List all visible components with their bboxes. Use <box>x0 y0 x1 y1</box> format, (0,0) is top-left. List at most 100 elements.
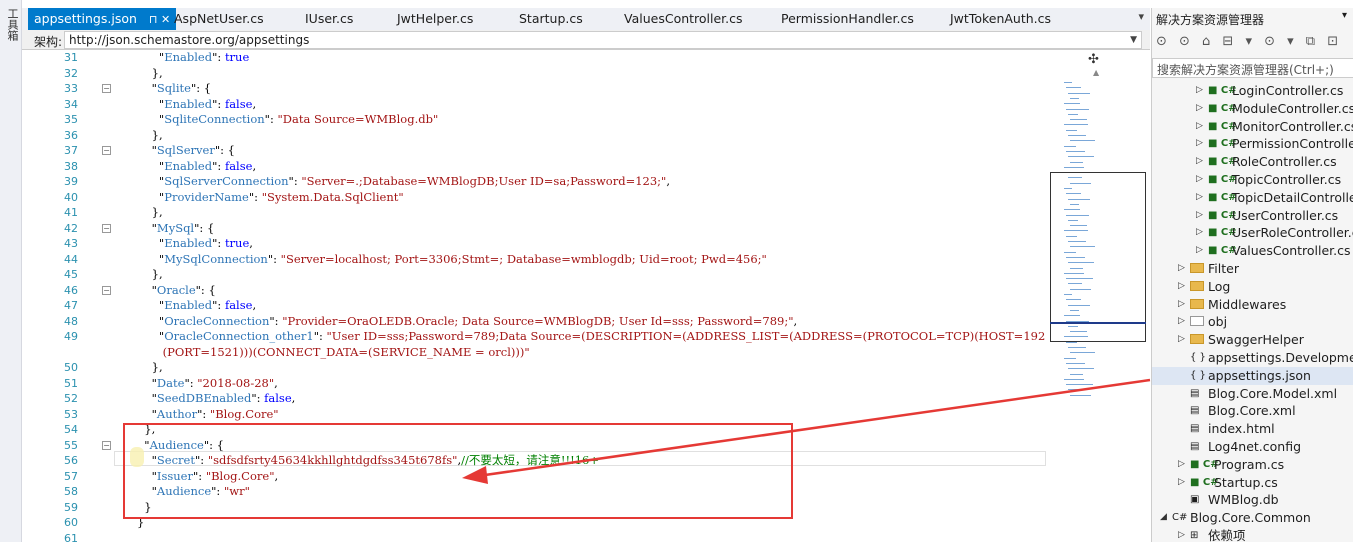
tree-item[interactable]: ▤ index.html <box>1152 420 1353 438</box>
code-line[interactable]: 52 "SeedDBEnabled": false, <box>22 391 1042 406</box>
minimap-line <box>1064 103 1080 105</box>
tab-iuser-cs[interactable]: IUser.cs <box>305 8 353 30</box>
code-line[interactable]: 50 }, <box>22 360 1042 375</box>
split-pin-icon[interactable]: ✣ <box>1088 52 1099 67</box>
tree-item[interactable]: ▷ ■ C# ModuleController.cs <box>1152 100 1353 118</box>
minimap-line <box>1070 373 1083 375</box>
tree-item[interactable]: ▷ obj <box>1152 313 1353 331</box>
expand-arrow-icon[interactable]: ▷ <box>1178 260 1185 278</box>
code-line[interactable]: 46 − "Oracle": { <box>22 283 1042 298</box>
tree-item[interactable]: ▷ ⊞ 依赖项 <box>1152 527 1353 542</box>
tree-item[interactable]: ▷ Filter <box>1152 260 1353 278</box>
tree-item[interactable]: ▷ SwaggerHelper <box>1152 331 1353 349</box>
code-text: "SqlServerConnection": "Server=.;Databas… <box>137 174 670 188</box>
expand-arrow-icon[interactable]: ▷ <box>1196 118 1203 136</box>
line-number: 33 <box>64 82 78 95</box>
tree-item[interactable]: ▷ ■ C# MonitorController.cs <box>1152 118 1353 136</box>
code-line[interactable]: 39 "SqlServerConnection": "Server=.;Data… <box>22 174 1042 189</box>
tree-item[interactable]: ▷ ■ C# Program.cs <box>1152 456 1353 474</box>
code-line[interactable]: 45 }, <box>22 267 1042 282</box>
tab-startup-cs[interactable]: Startup.cs <box>519 8 583 30</box>
tree-item[interactable]: ▤ Blog.Core.Model.xml <box>1152 385 1353 403</box>
expand-arrow-icon[interactable]: ▷ <box>1178 278 1185 296</box>
tree-item[interactable]: ▷ ■ C# ValuesController.cs <box>1152 242 1353 260</box>
expand-arrow-icon[interactable]: ▷ <box>1178 527 1185 542</box>
solution-search-input[interactable]: 搜索解决方案资源管理器(Ctrl+;) <box>1152 58 1353 78</box>
tree-item[interactable]: ▷ ■ C# PermissionController <box>1152 135 1353 153</box>
expand-arrow-icon[interactable]: ▷ <box>1196 153 1203 171</box>
code-line[interactable]: 42 − "MySql": { <box>22 221 1042 236</box>
tab-appsettings-json[interactable]: appsettings.json ⊓ ✕ <box>28 8 177 30</box>
code-line[interactable]: 31 "Enabled": true <box>22 50 1042 65</box>
tree-item[interactable]: { } appsettings.Developme <box>1152 349 1353 367</box>
expand-arrow-icon[interactable]: ▷ <box>1178 474 1185 492</box>
expand-arrow-icon[interactable]: ▷ <box>1196 242 1203 260</box>
tree-item[interactable]: ▷ ■ C# RoleController.cs <box>1152 153 1353 171</box>
code-line[interactable]: 47 "Enabled": false, <box>22 298 1042 313</box>
expand-arrow-icon[interactable]: ▷ <box>1196 171 1203 189</box>
tree-item[interactable]: ▷ ■ C# UserRoleController.c <box>1152 224 1353 242</box>
code-line[interactable]: 49 "OracleConnection_other1": "User ID=s… <box>22 329 1105 344</box>
code-line[interactable]: 37 − "SqlServer": { <box>22 143 1042 158</box>
expand-arrow-icon[interactable]: ▷ <box>1196 224 1203 242</box>
code-line[interactable]: 53 "Author": "Blog.Core" <box>22 407 1042 422</box>
code-line[interactable]: 36 }, <box>22 128 1042 143</box>
minimap-viewport-thumb[interactable] <box>1050 172 1146 342</box>
expand-arrow-icon[interactable]: ▷ <box>1196 207 1203 225</box>
panel-menu-icon[interactable]: ▾ <box>1342 10 1347 21</box>
chevron-down-icon[interactable]: ▼ <box>1130 32 1137 48</box>
code-line[interactable]: 32 }, <box>22 66 1042 81</box>
tab-permissionhandler-cs[interactable]: PermissionHandler.cs <box>781 8 914 30</box>
expand-arrow-icon[interactable]: ▷ <box>1196 135 1203 153</box>
scroll-minimap[interactable]: ✣ ▲ <box>1046 50 1150 542</box>
collapse-icon[interactable]: − <box>102 440 111 450</box>
solution-explorer-toolbar[interactable]: ⊙ ⊙ ⌂ ⊟ ▾ ⊙ ▾ ⧉ ⊡ <box>1156 34 1346 54</box>
code-line[interactable]: 41 }, <box>22 205 1042 220</box>
tree-item[interactable]: { } appsettings.json <box>1152 366 1353 385</box>
tree-item[interactable]: ▷ Log <box>1152 278 1353 296</box>
expand-arrow-icon[interactable]: ▷ <box>1178 313 1185 331</box>
tree-item[interactable]: ▤ Log4net.config <box>1152 438 1353 456</box>
expand-arrow-icon[interactable]: ▷ <box>1196 189 1203 207</box>
expand-arrow-icon[interactable]: ▷ <box>1178 296 1185 314</box>
code-line[interactable]: (PORT=1521)))(CONNECT_DATA=(SERVICE_NAME… <box>22 345 1042 360</box>
code-line[interactable]: 35 "SqliteConnection": "Data Source=WMBl… <box>22 112 1042 127</box>
code-line[interactable]: 33 − "Sqlite": { <box>22 81 1042 96</box>
code-line[interactable]: 44 "MySqlConnection": "Server=localhost;… <box>22 252 1042 267</box>
expand-arrow-icon[interactable]: ▷ <box>1178 331 1185 349</box>
code-line[interactable]: 61 <box>22 531 1042 542</box>
code-line[interactable]: 40 "ProviderName": "System.Data.SqlClien… <box>22 190 1042 205</box>
expand-arrow-icon[interactable]: ▷ <box>1196 82 1203 100</box>
expand-arrow-icon[interactable]: ▷ <box>1196 100 1203 118</box>
tree-item[interactable]: ▷ ■ C# LoginController.cs <box>1152 82 1353 100</box>
tab-jwttokenauth-cs[interactable]: JwtTokenAuth.cs <box>950 8 1051 30</box>
tree-item[interactable]: ▷ ■ C# UserController.cs <box>1152 207 1353 225</box>
code-line[interactable]: 38 "Enabled": false, <box>22 159 1042 174</box>
collapse-icon[interactable]: − <box>102 146 111 155</box>
collapse-icon[interactable]: − <box>102 84 111 93</box>
code-line[interactable]: 34 "Enabled": false, <box>22 97 1042 112</box>
code-line[interactable]: 48 "OracleConnection": "Provider=OraOLED… <box>22 314 1042 329</box>
tree-item[interactable]: ▷ ■ C# Startup.cs <box>1152 474 1353 492</box>
collapse-icon[interactable]: − <box>102 223 111 233</box>
tab-aspnetuser-cs[interactable]: AspNetUser.cs <box>174 8 264 30</box>
tree-item[interactable]: ▷ Middlewares <box>1152 296 1353 314</box>
tree-item[interactable]: ▤ Blog.Core.xml <box>1152 402 1353 420</box>
tree-item[interactable]: ▷ ■ C# TopicDetailControlle <box>1152 189 1353 207</box>
collapse-icon[interactable]: − <box>102 285 111 295</box>
code-line[interactable]: 43 "Enabled": true, <box>22 236 1042 251</box>
expand-arrow-icon[interactable]: ◢ <box>1160 509 1167 527</box>
tree-item[interactable]: ◢ C# Blog.Core.Common <box>1152 509 1353 527</box>
scroll-up-icon[interactable]: ▲ <box>1093 68 1099 77</box>
folder-icon <box>1190 278 1204 296</box>
code-line[interactable]: 51 "Date": "2018-08-28", <box>22 376 1042 391</box>
tree-item[interactable]: ▣ WMBlog.db <box>1152 491 1353 509</box>
tab-valuescontroller-cs[interactable]: ValuesController.cs <box>624 8 743 30</box>
schema-url-field[interactable]: http://json.schemastore.org/appsettings … <box>64 31 1142 49</box>
tree-item[interactable]: ▷ ■ C# TopicController.cs <box>1152 171 1353 189</box>
tab-jwthelper-cs[interactable]: JwtHelper.cs <box>397 8 473 30</box>
tab-overflow-icon[interactable]: ▾ <box>1138 10 1144 23</box>
expand-arrow-icon[interactable]: ▷ <box>1178 456 1185 474</box>
toolbox-strip[interactable]: 工具箱 <box>0 0 22 542</box>
tab-pin-close-icon[interactable]: ⊓ ✕ <box>149 13 170 26</box>
